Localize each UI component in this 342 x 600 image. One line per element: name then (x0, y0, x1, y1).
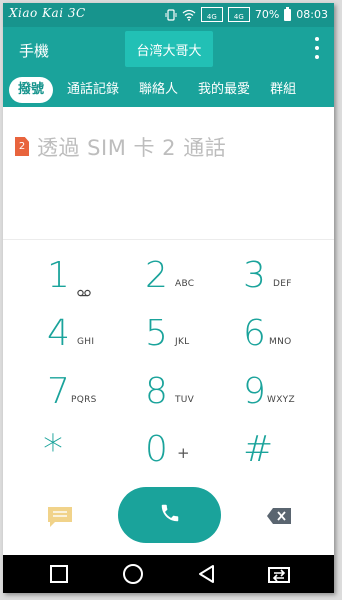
nav-recents-icon[interactable] (47, 563, 71, 585)
dial-hint: 透過 SIM 卡 2 通話 (37, 136, 227, 160)
key-letters: TUV (175, 395, 195, 405)
battery-percent: 70% (254, 8, 280, 21)
sim-select-button[interactable]: 台湾大哥大 (125, 31, 213, 67)
more-options-icon[interactable] (314, 37, 320, 59)
key-6[interactable]: 6 MNO (243, 314, 334, 370)
key-3[interactable]: 3 DEF (243, 256, 334, 312)
nav-back-icon[interactable] (195, 563, 219, 585)
tab-contacts[interactable]: 聯絡人 (131, 77, 186, 103)
nav-home-icon[interactable] (121, 563, 145, 585)
backspace-icon[interactable] (266, 507, 292, 525)
key-9[interactable]: 9 WXYZ (243, 372, 334, 428)
status-bar: Xiao Kai 3C 4G 4G 70% 08:03 (3, 3, 334, 27)
key-digit: * (43, 427, 63, 473)
key-digit: 1 (47, 255, 70, 296)
key-star[interactable]: * (43, 430, 143, 486)
key-digit: 5 (145, 313, 168, 354)
tab-dial[interactable]: 撥號 (9, 77, 54, 103)
watermark: Xiao Kai 3C (9, 6, 86, 20)
call-button[interactable] (118, 487, 221, 543)
signal-sim2-label: 4G (233, 13, 244, 21)
sim-badge: 2 (15, 137, 29, 156)
key-digit: # (243, 429, 274, 470)
app-bar: 手機 台湾大哥大 (3, 27, 334, 73)
phone-screen: Xiao Kai 3C 4G 4G 70% 08:03 手機 台湾大哥大 撥號 … (3, 3, 334, 593)
key-1[interactable]: 1 (47, 256, 147, 312)
key-digit: 2 (145, 255, 168, 296)
clock: 08:03 (296, 8, 328, 21)
key-letters: + (177, 444, 190, 462)
message-icon[interactable] (47, 506, 73, 528)
key-hash[interactable]: # (243, 430, 334, 486)
tab-groups[interactable]: 群組 (262, 77, 304, 103)
key-letters: PQRS (71, 395, 97, 405)
key-digit: 6 (243, 313, 266, 354)
key-letters: ABC (175, 279, 195, 289)
navigation-bar (3, 555, 334, 593)
key-letters: JKL (175, 337, 190, 347)
key-digit: 8 (145, 371, 168, 412)
app-title: 手機 (19, 42, 50, 60)
key-4[interactable]: 4 GHI (47, 314, 147, 370)
key-letters: MNO (269, 337, 292, 347)
key-digit: 3 (243, 255, 266, 296)
tab-favorites[interactable]: 我的最愛 (190, 77, 258, 103)
key-letters: GHI (77, 337, 95, 347)
key-digit: 9 (243, 371, 266, 412)
status-icons: 4G 4G 70% 08:03 (165, 6, 328, 22)
signal-sim1-icon: 4G (200, 7, 223, 22)
battery-icon (284, 6, 292, 21)
signal-sim2-icon: 4G (227, 7, 250, 22)
wifi-icon (182, 9, 196, 21)
tab-call-log[interactable]: 通話記錄 (59, 77, 127, 103)
tab-bar: 撥號 通話記錄 聯絡人 我的最愛 群組 (3, 73, 334, 107)
signal-sim1-label: 4G (206, 13, 217, 21)
vibrate-icon (165, 8, 177, 21)
phone-icon (159, 502, 181, 528)
key-5[interactable]: 5 JKL (145, 314, 245, 370)
nav-dual-window-icon[interactable] (267, 563, 291, 585)
key-8[interactable]: 8 TUV (145, 372, 245, 428)
key-digit: 4 (47, 313, 70, 354)
key-digit: 0 (145, 429, 168, 470)
key-letters: DEF (273, 279, 292, 289)
key-7[interactable]: 7 PQRS (47, 372, 147, 428)
voicemail-icon (77, 282, 91, 301)
key-0[interactable]: 0 + (145, 430, 245, 486)
key-letters: WXYZ (267, 395, 295, 405)
key-digit: 7 (47, 371, 70, 412)
number-display[interactable]: 2 透過 SIM 卡 2 通話 (3, 107, 334, 240)
key-2[interactable]: 2 ABC (145, 256, 245, 312)
